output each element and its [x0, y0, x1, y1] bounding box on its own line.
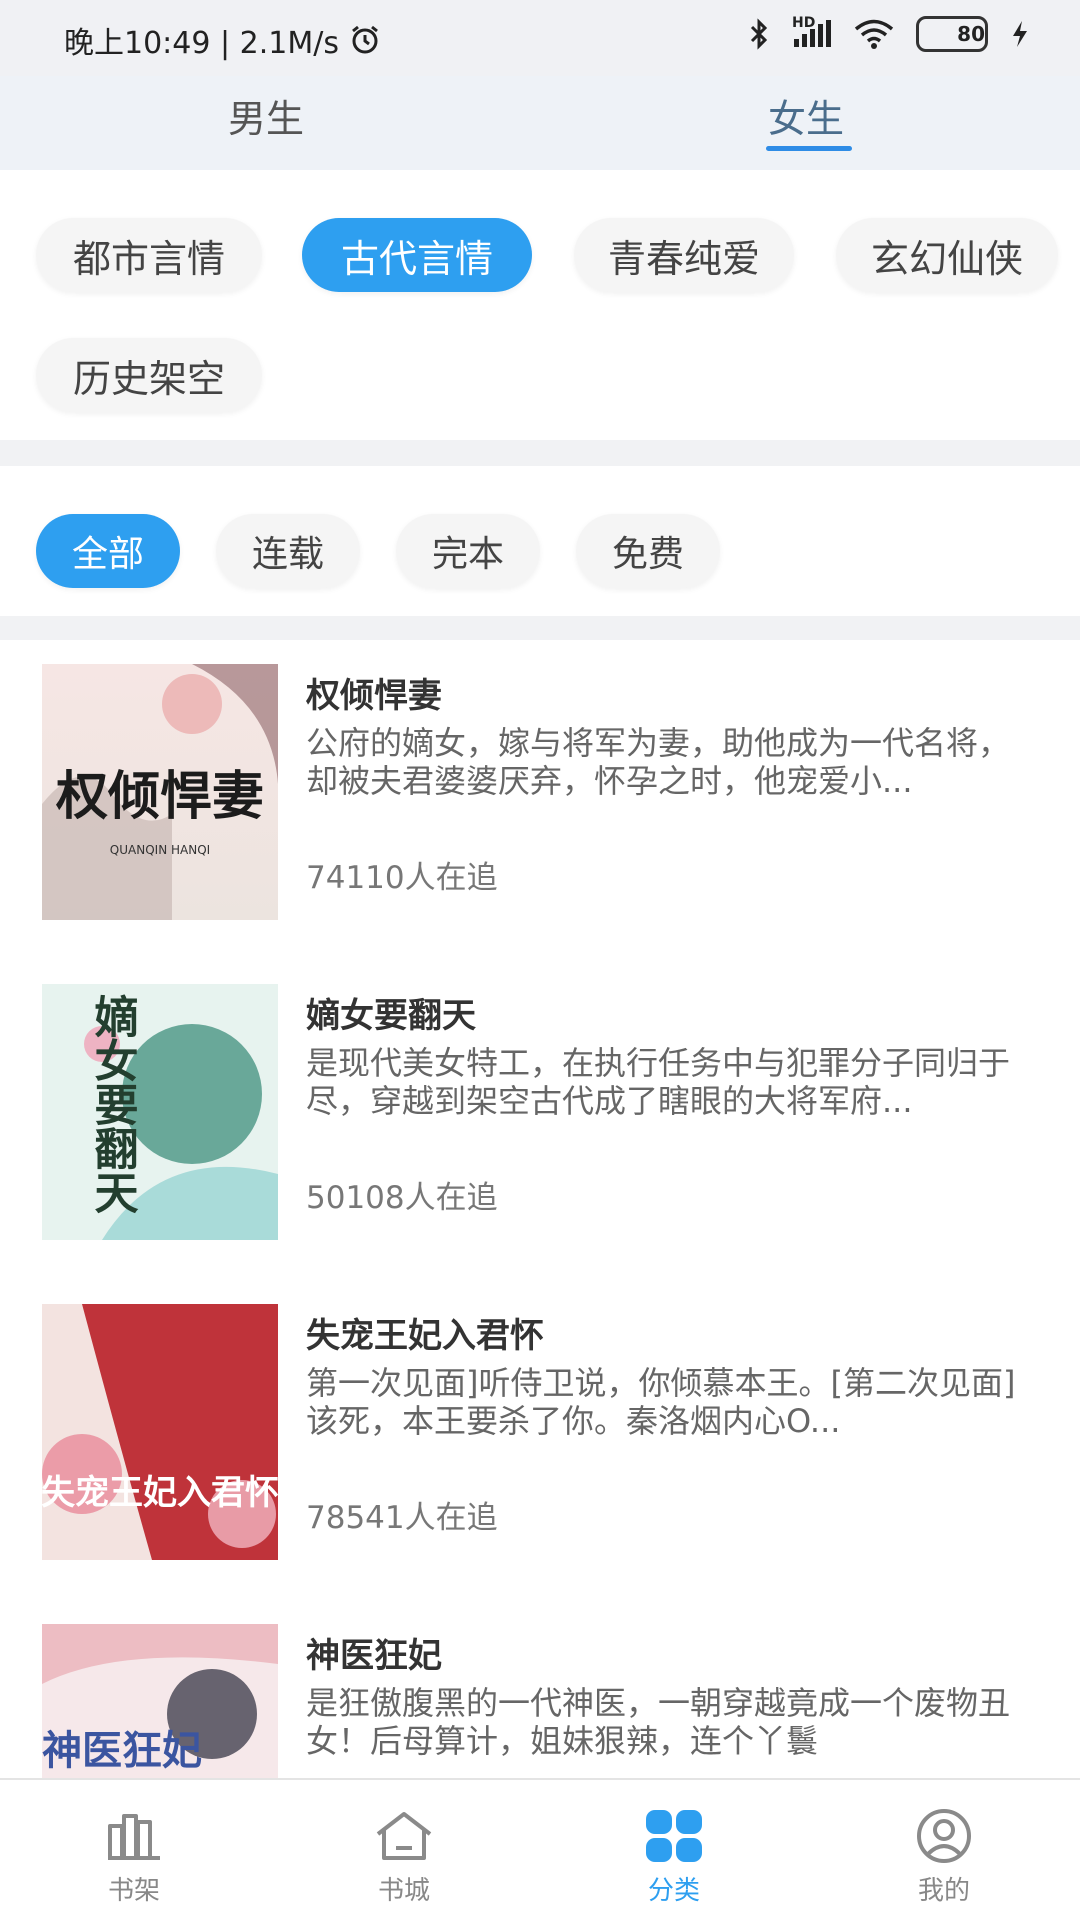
alarm-icon — [352, 25, 378, 54]
category-chip-history[interactable]: 历史架空 — [36, 338, 262, 412]
book-cover[interactable]: 失宠王妃入君怀 — [42, 1304, 278, 1560]
cover-subtitle: QUANQIN HANQI — [110, 843, 210, 857]
status-filter: 全部 连载 完本 免费 — [0, 466, 1080, 616]
book-cover[interactable]: 嫡女要翻天 — [42, 984, 278, 1240]
profile-icon — [917, 1809, 971, 1863]
category-filter: 都市言情 古代言情 青春纯爱 玄幻仙侠 历史架空 — [0, 170, 1080, 440]
nav-label: 书城 — [377, 1876, 430, 1906]
nav-bookshelf[interactable]: 书架 — [64, 1808, 204, 1918]
book-description: 是现代美女特工，在执行任务中与犯罪分子同归于尽，穿越到架空古代成了瞎眼的大将军府… — [306, 1044, 1011, 1120]
bookshelf-icon — [108, 1814, 160, 1860]
reader-count: 74110人在追 — [306, 860, 498, 896]
battery-indicator: 80 — [916, 16, 988, 52]
book-title[interactable]: 权倾悍妻 — [306, 668, 442, 717]
book-description: 第一次见面]听侍卫说，你倾慕本王。[第二次见面]该死，本王要杀了你。秦洛烟内心O… — [306, 1364, 1016, 1440]
book-item[interactable]: 嫡女要翻天 嫡女要翻天 是现代美女特工，在执行任务中与犯罪分子同归于尽，穿越到架… — [0, 960, 1080, 1280]
category-icon — [646, 1810, 702, 1862]
book-item[interactable]: 失宠王妃入君怀 失宠王妃入君怀 第一次见面]听侍卫说，你倾慕本王。[第二次见面]… — [0, 1280, 1080, 1600]
tab-active-indicator — [766, 146, 852, 151]
cover-title: 嫡女要翻天 — [87, 994, 139, 1214]
book-item[interactable]: 神医狂妃 神医狂妃 是狂傲腹黑的一代神医，一朝穿越竟成一个废物丑女！后母算计，姐… — [0, 1600, 1080, 1778]
bottom-navigation: 书架 书城 分类 我的 — [0, 1778, 1080, 1922]
filter-serializing[interactable]: 连载 — [216, 514, 360, 588]
wifi-icon — [854, 19, 894, 49]
book-title[interactable]: 失宠王妃入君怀 — [306, 1308, 544, 1357]
section-divider — [0, 616, 1080, 640]
cover-title: 权倾悍妻 — [55, 766, 264, 827]
nav-bookstore[interactable]: 书城 — [334, 1808, 474, 1918]
section-divider — [0, 440, 1080, 466]
cover-title: 神医狂妃 — [42, 1727, 202, 1774]
battery-level: 80 — [957, 22, 985, 46]
nav-label: 分类 — [647, 1876, 700, 1906]
filter-all[interactable]: 全部 — [36, 514, 180, 588]
category-chip-urban-romance[interactable]: 都市言情 — [36, 218, 262, 292]
reader-count: 78541人在追 — [306, 1500, 498, 1536]
bluetooth-icon — [750, 18, 768, 50]
status-bar: 晚上10:49 | 2.1M/s HD 80 — [0, 0, 1080, 76]
book-title[interactable]: 嫡女要翻天 — [306, 988, 476, 1037]
gender-tabs: 男生 女生 — [0, 76, 1080, 170]
status-left: 晚上10:49 | 2.1M/s — [64, 18, 381, 62]
tab-female[interactable]: 女生 — [768, 88, 844, 143]
status-right: HD 80 — [748, 15, 1030, 52]
book-list: 权倾悍妻 QUANQIN HANQI 权倾悍妻 公府的嫡女，嫁与将军为妻，助他成… — [0, 640, 1080, 1778]
book-description: 是狂傲腹黑的一代神医，一朝穿越竟成一个废物丑女！后母算计，姐妹狠辣，连个丫鬟 — [306, 1684, 1011, 1760]
network-type: HD — [792, 15, 816, 31]
charging-icon — [1013, 21, 1027, 47]
status-time-speed: 晚上10:49 | 2.1M/s — [64, 26, 339, 61]
reader-count: 50108人在追 — [306, 1180, 498, 1216]
category-chip-fantasy[interactable]: 玄幻仙侠 — [836, 218, 1058, 292]
book-item[interactable]: 权倾悍妻 QUANQIN HANQI 权倾悍妻 公府的嫡女，嫁与将军为妻，助他成… — [0, 640, 1080, 960]
filter-free[interactable]: 免费 — [576, 514, 720, 588]
book-title[interactable]: 神医狂妃 — [306, 1628, 442, 1677]
nav-profile[interactable]: 我的 — [874, 1808, 1014, 1918]
tab-male[interactable]: 男生 — [228, 88, 304, 143]
cover-title: 失宠王妃入君怀 — [42, 1473, 278, 1513]
book-cover[interactable]: 权倾悍妻 QUANQIN HANQI — [42, 664, 278, 920]
signal-group: HD — [792, 15, 832, 49]
book-cover[interactable]: 神医狂妃 — [42, 1624, 278, 1778]
home-icon — [376, 1812, 432, 1860]
nav-label: 我的 — [917, 1876, 970, 1906]
nav-label: 书架 — [107, 1876, 160, 1906]
filter-completed[interactable]: 完本 — [396, 514, 540, 588]
book-description: 公府的嫡女，嫁与将军为妻，助他成为一代名将，却被夫君婆婆厌弃，怀孕之时，他宠爱小… — [306, 724, 1011, 800]
category-chip-ancient-romance[interactable]: 古代言情 — [302, 218, 532, 292]
category-chip-youth-romance[interactable]: 青春纯爱 — [574, 218, 794, 292]
nav-category[interactable]: 分类 — [604, 1808, 744, 1918]
